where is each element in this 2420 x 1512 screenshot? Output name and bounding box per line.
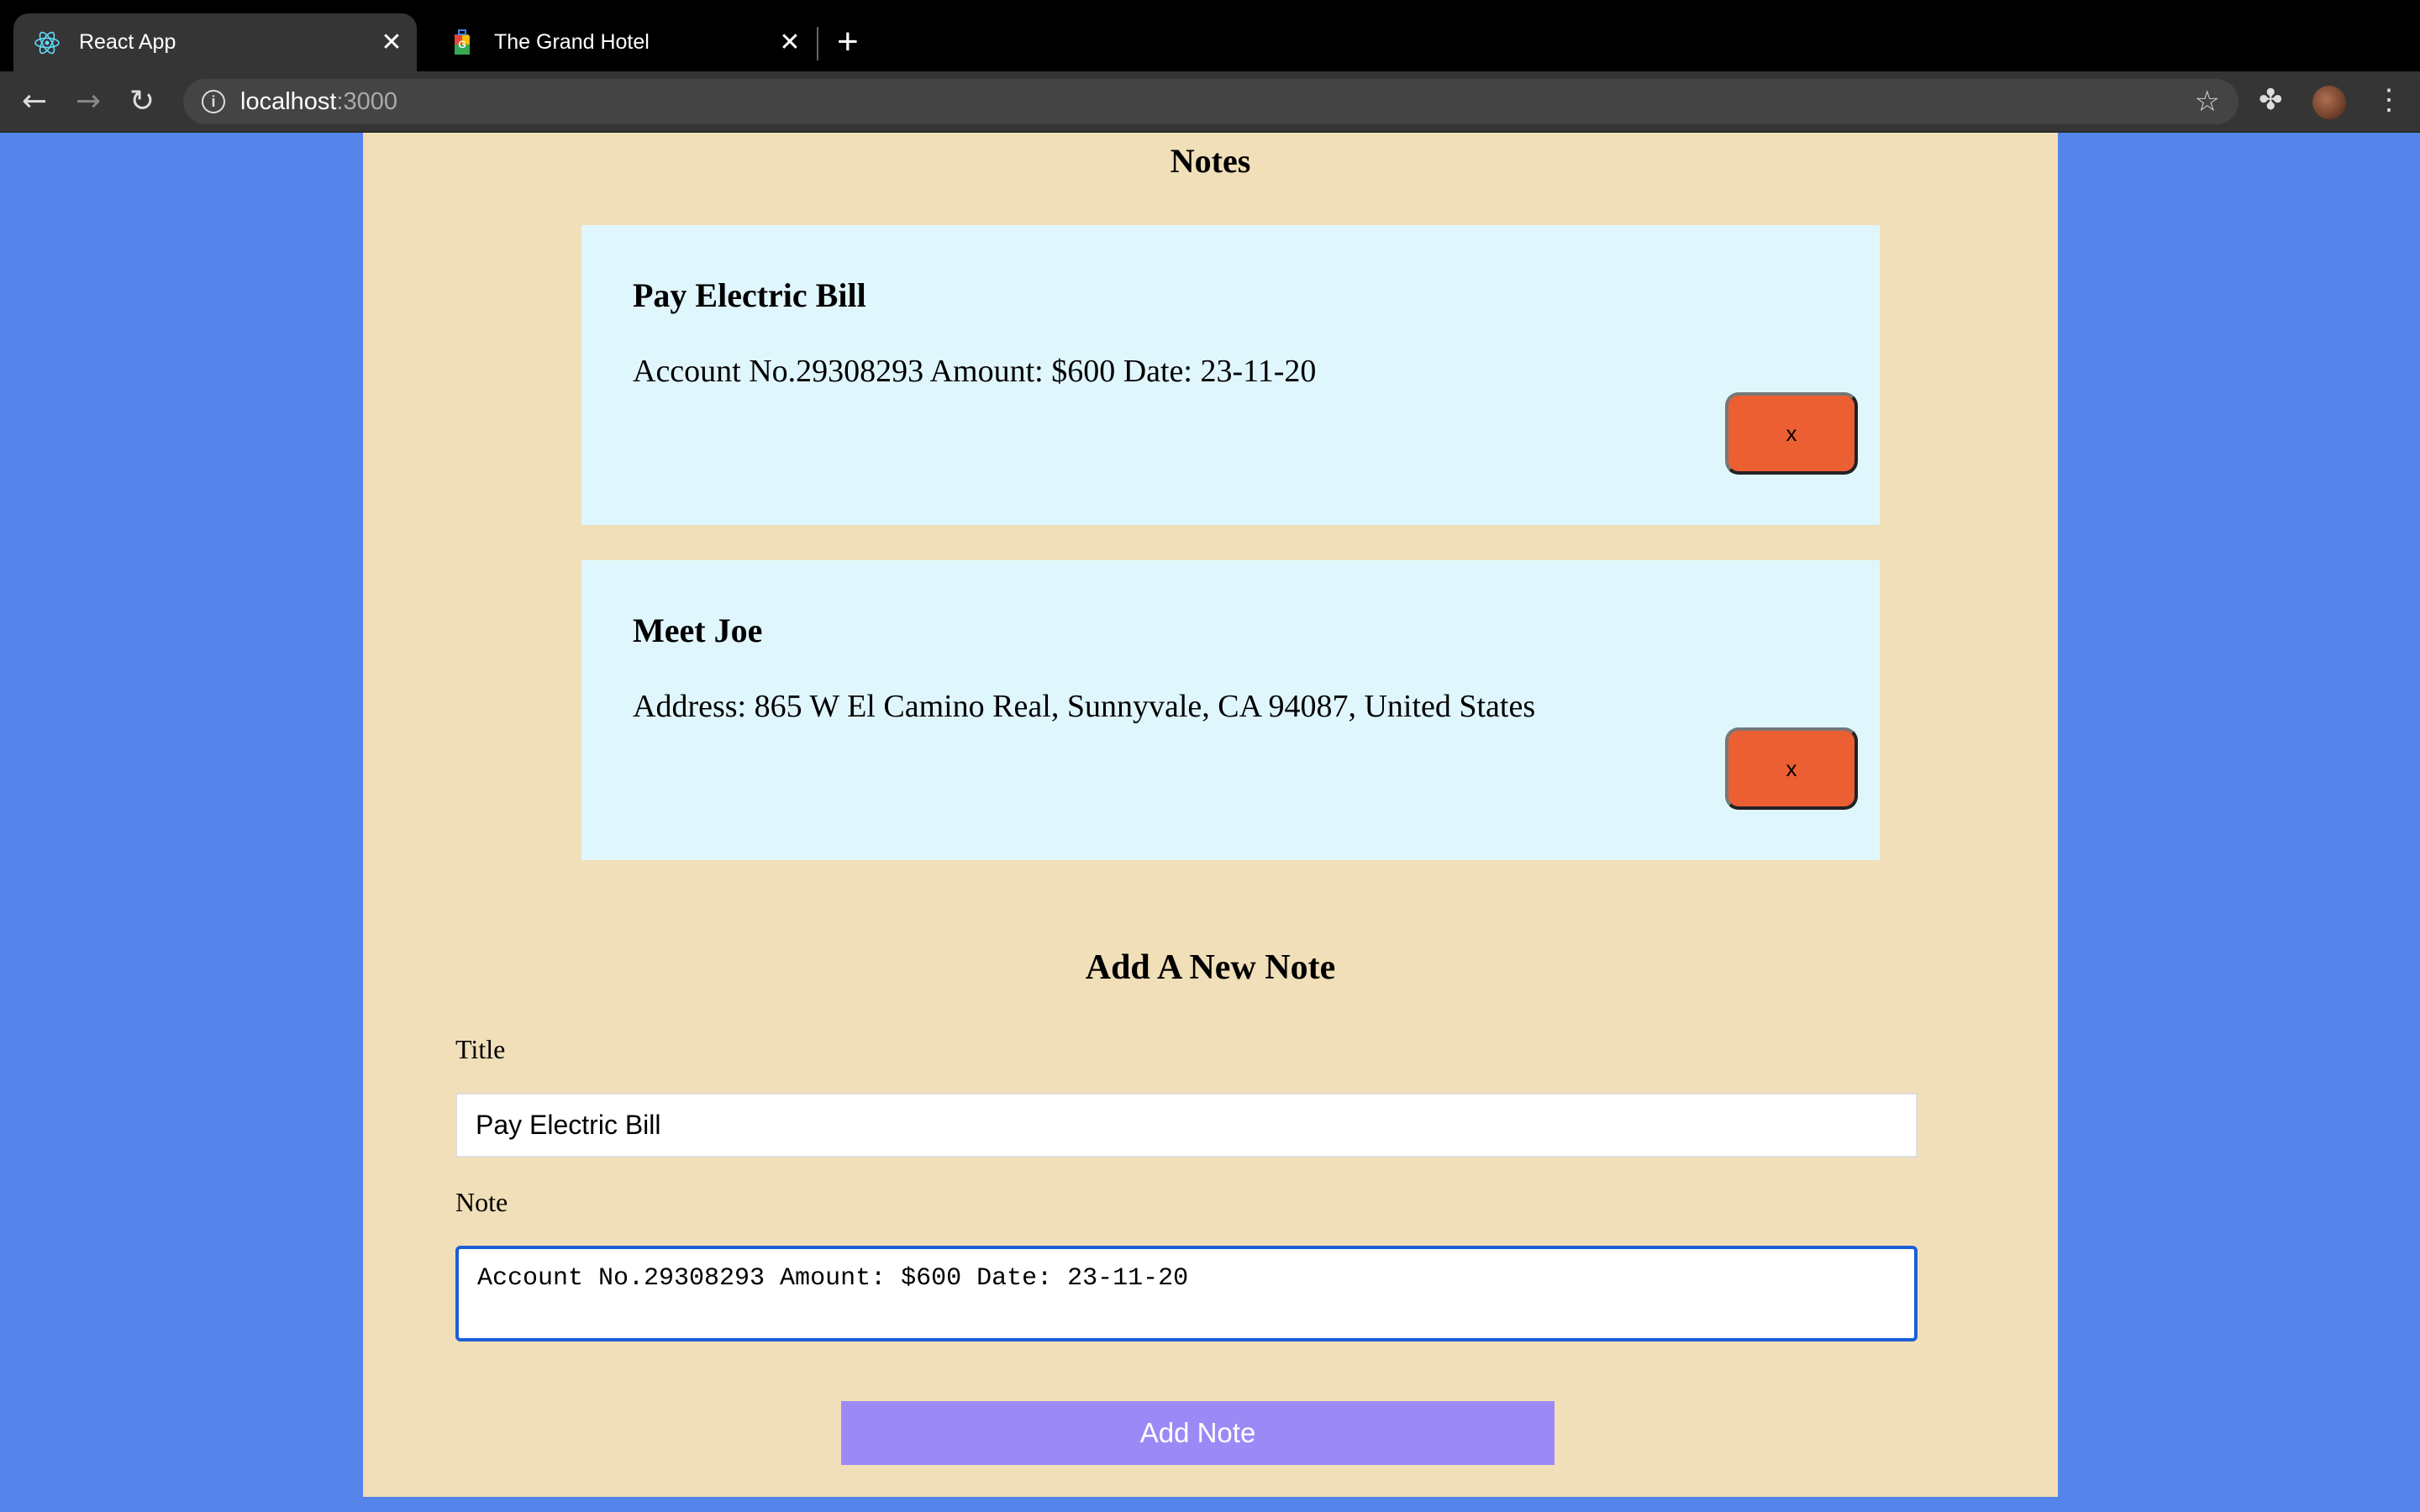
- note-label: Note: [455, 1187, 508, 1217]
- forward-icon[interactable]: →: [76, 81, 101, 122]
- extensions-puzzle-icon[interactable]: ✤: [2259, 83, 2283, 117]
- url-port: :3000: [336, 87, 398, 115]
- notes-heading: Notes: [1170, 142, 1251, 180]
- svg-text:G: G: [458, 39, 466, 50]
- menu-kebab-icon[interactable]: ⋮: [2375, 83, 2403, 117]
- tab-bar: React App ✕ G The Grand Hotel ✕ +: [0, 0, 2420, 71]
- react-icon: [34, 29, 60, 56]
- tab-grand-hotel[interactable]: G The Grand Hotel ✕: [429, 13, 815, 71]
- notes-app-panel: Notes Pay Electric Bill Account No.29308…: [363, 133, 2058, 1497]
- note-textarea[interactable]: Account No.29308293 Amount: $600 Date: 2…: [455, 1246, 1918, 1341]
- profile-avatar[interactable]: [2312, 86, 2346, 119]
- delete-note-button[interactable]: x: [1725, 392, 1858, 475]
- hotel-luggage-icon: G: [449, 29, 476, 56]
- new-tab-icon[interactable]: +: [837, 20, 859, 64]
- bookmark-star-icon[interactable]: ☆: [2195, 85, 2220, 118]
- note-title: Pay Electric Bill: [633, 276, 866, 314]
- tab-label: The Grand Hotel: [494, 30, 650, 54]
- note-title: Meet Joe: [633, 612, 763, 649]
- add-note-button[interactable]: Add Note: [841, 1401, 1555, 1465]
- back-icon[interactable]: ←: [22, 81, 47, 122]
- note-card: Pay Electric Bill Account No.29308293 Am…: [581, 225, 1880, 525]
- title-label: Title: [455, 1034, 506, 1064]
- tab-separator: [817, 27, 818, 60]
- note-body: Address: 865 W El Camino Real, Sunnyvale…: [633, 689, 1536, 724]
- add-note-heading: Add A New Note: [1085, 948, 1336, 987]
- note-card: Meet Joe Address: 865 W El Camino Real, …: [581, 560, 1880, 860]
- reload-icon[interactable]: ↻: [129, 81, 155, 122]
- browser-toolbar: ← → ↻ i localhost:3000 ☆ ✤ ⋮: [0, 71, 2420, 133]
- url-host: localhost: [240, 87, 337, 115]
- tab-react-app[interactable]: React App ✕: [13, 13, 417, 71]
- tab-label: React App: [79, 30, 176, 54]
- note-body: Account No.29308293 Amount: $600 Date: 2…: [633, 354, 1317, 389]
- address-bar[interactable]: i localhost:3000 ☆: [183, 79, 2238, 124]
- close-tab-icon[interactable]: ✕: [773, 28, 807, 57]
- delete-note-button[interactable]: x: [1725, 727, 1858, 810]
- title-input[interactable]: Pay Electric Bill: [455, 1093, 1918, 1158]
- close-tab-icon[interactable]: ✕: [375, 28, 408, 57]
- info-icon[interactable]: i: [202, 90, 225, 113]
